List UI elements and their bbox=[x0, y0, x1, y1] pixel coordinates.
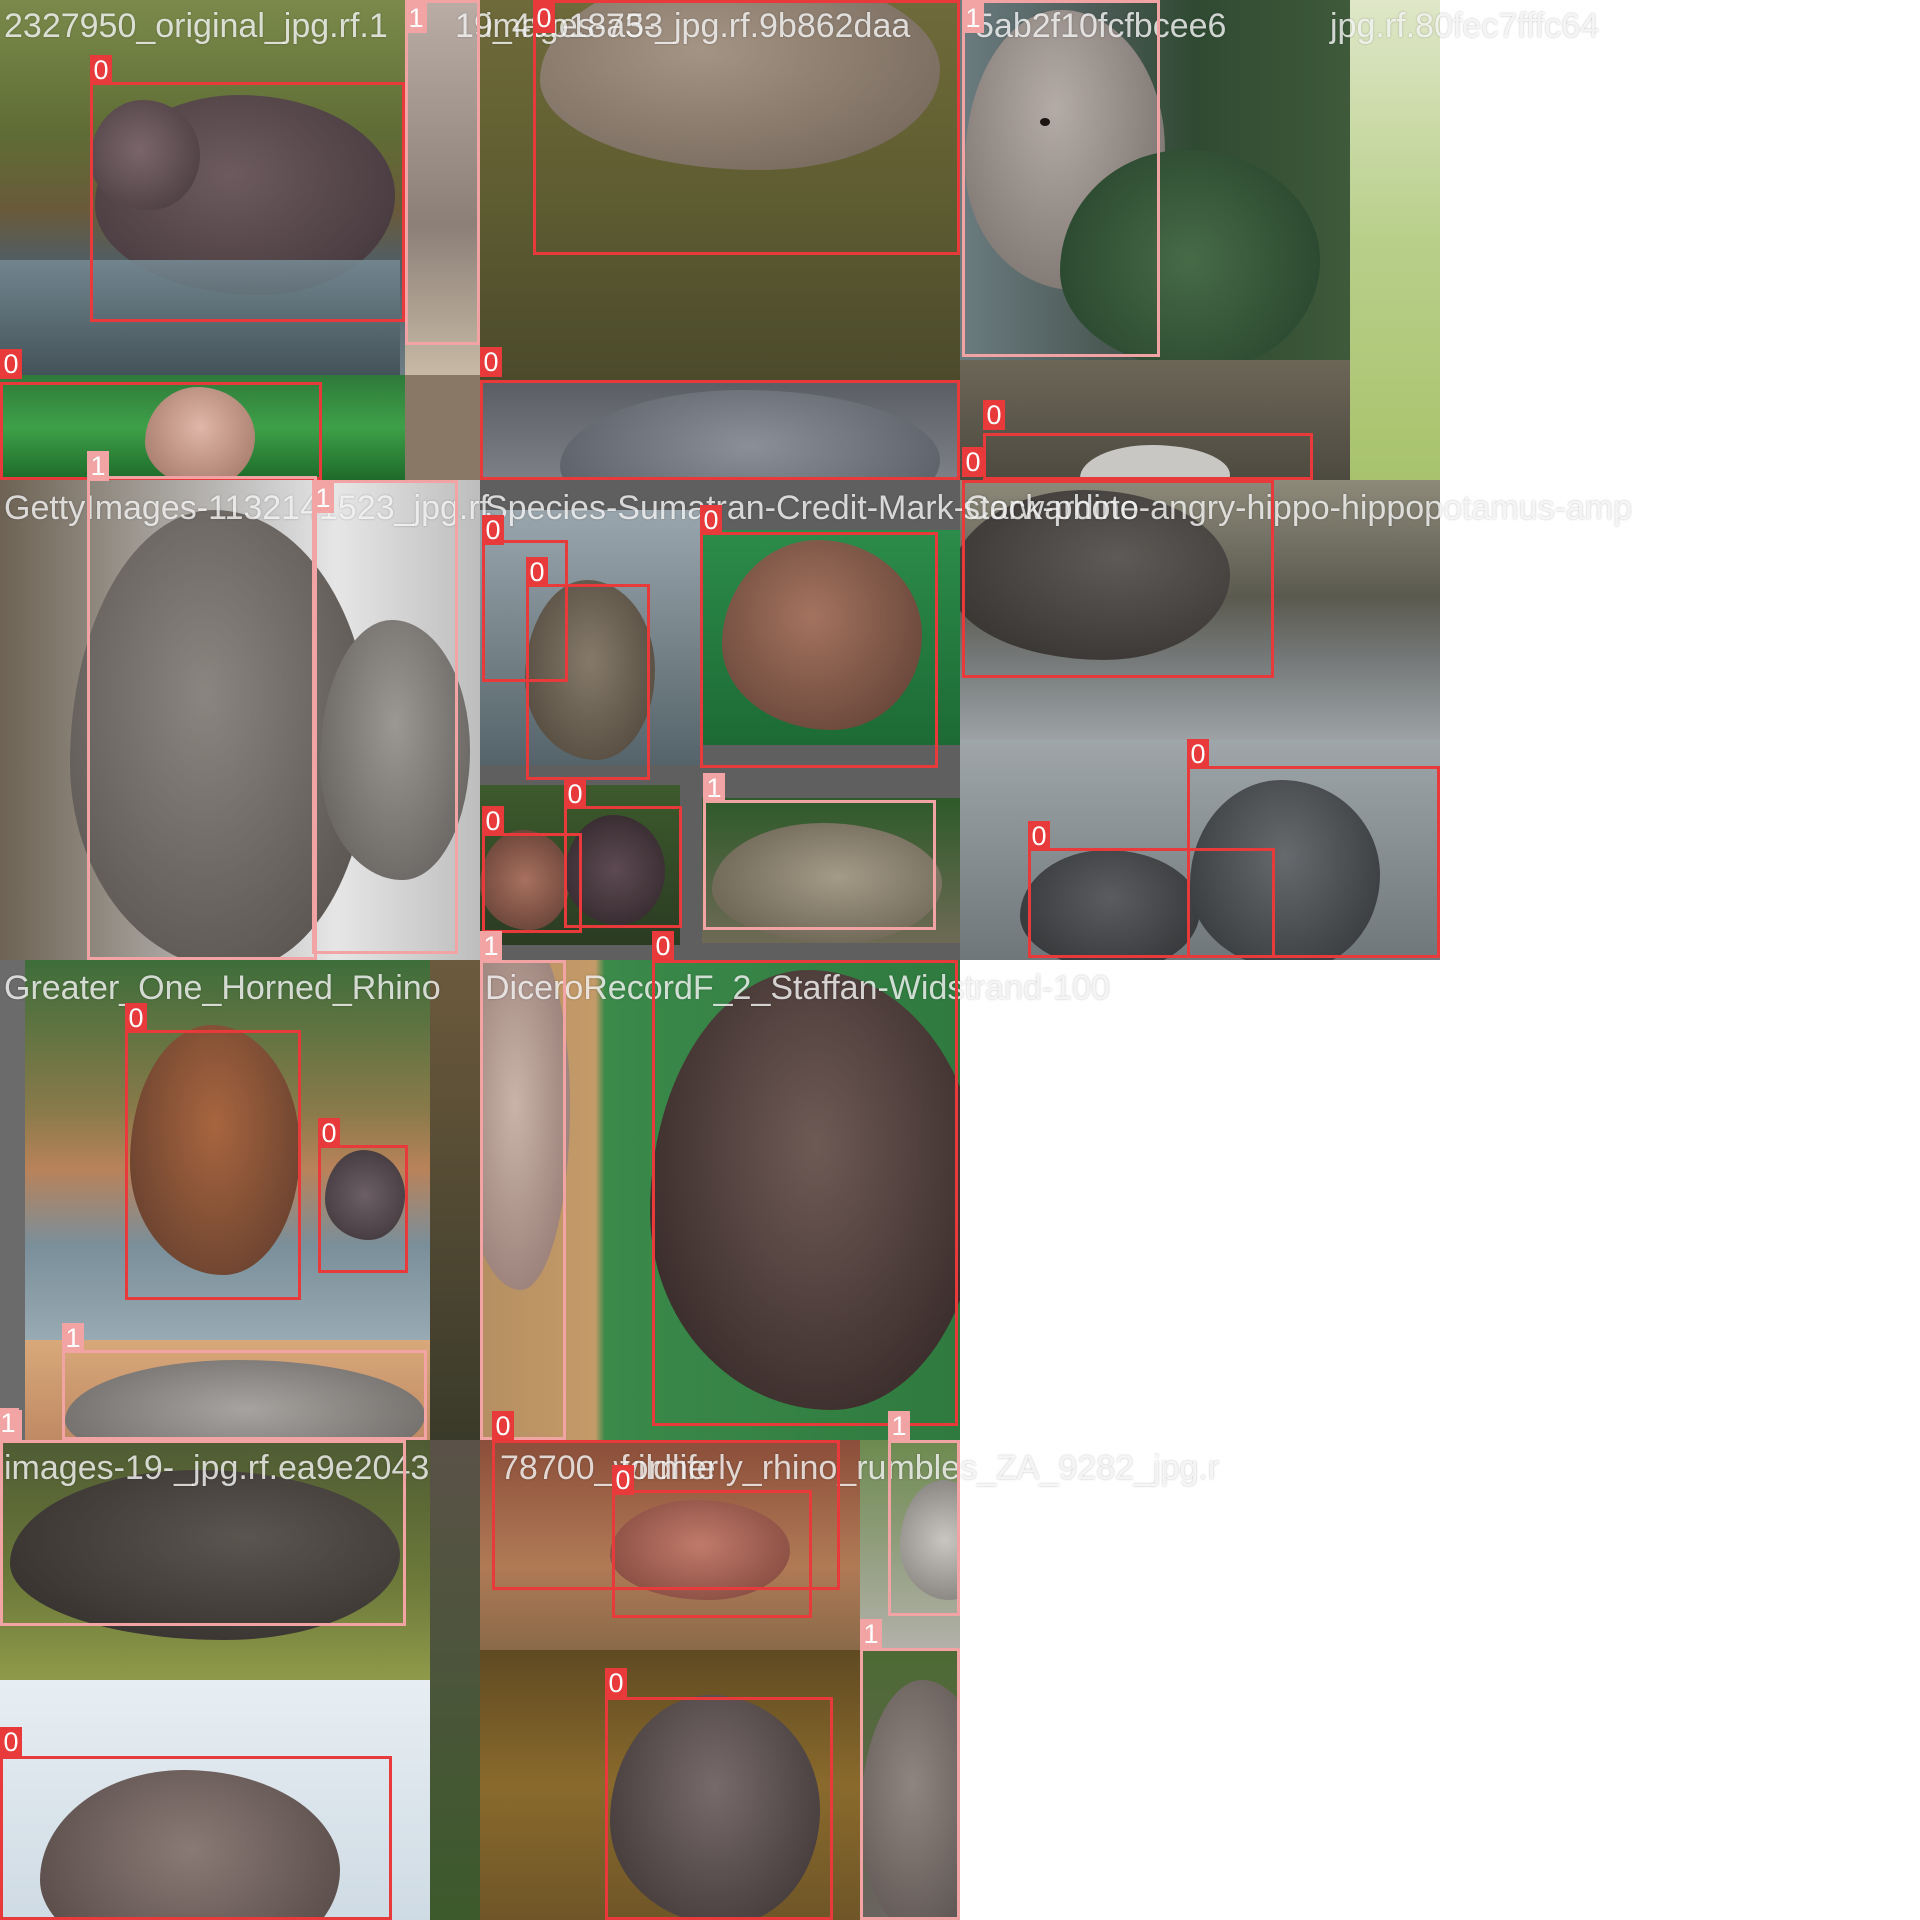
bbox-hippo: 0 bbox=[125, 1003, 301, 1300]
bbox-hippo: 0 bbox=[526, 557, 650, 780]
bbox-label: 0 bbox=[652, 931, 674, 961]
bbox-label: 0 bbox=[700, 505, 722, 535]
bbox-label: 1 bbox=[62, 1323, 84, 1353]
bbox-rhino: 0 bbox=[480, 347, 960, 480]
tile-bright-grass bbox=[1350, 0, 1440, 480]
bbox-label: 0 bbox=[125, 1003, 147, 1033]
detection-mosaic: 2327950_original_jpg.rf.1 images-73-_jpg… bbox=[0, 0, 1920, 1920]
tile-side-strip bbox=[430, 1440, 480, 1920]
water-edge bbox=[430, 960, 480, 1440]
bbox-label: 0 bbox=[983, 400, 1005, 430]
bbox-label: 1 bbox=[703, 773, 725, 803]
bbox-hippo: 0 bbox=[90, 55, 405, 322]
bbox-label: 0 bbox=[1187, 739, 1209, 769]
bbox-hippo: 0 bbox=[318, 1118, 408, 1273]
bbox-label: 1 bbox=[87, 451, 109, 481]
bbox-label: 0 bbox=[90, 55, 112, 85]
bbox-rhino: 1 bbox=[888, 1411, 960, 1616]
bbox-rhino: 1 bbox=[962, 0, 1160, 357]
bbox-label: 1 bbox=[480, 931, 502, 961]
bbox-rhino: 1 bbox=[405, 0, 480, 345]
bbox-label: 0 bbox=[612, 1465, 634, 1495]
bbox-rhino: 1 bbox=[312, 480, 458, 954]
bbox-rhino: 1 bbox=[87, 451, 317, 960]
bbox-rhino: 1 bbox=[480, 931, 566, 1440]
bbox-rhino: 0 bbox=[983, 400, 1313, 480]
bbox-label: 0 bbox=[962, 447, 984, 477]
bbox-hippo: 0 bbox=[1187, 739, 1440, 958]
bbox-label: 0 bbox=[1028, 821, 1050, 851]
bbox-hippo: 0 bbox=[612, 1465, 812, 1618]
bbox-label: 0 bbox=[533, 3, 555, 33]
bbox-label: 1 bbox=[312, 483, 334, 513]
bbox-hippo: 0 bbox=[564, 779, 682, 928]
bbox-label: 1 bbox=[405, 3, 427, 33]
bbox-rhino: 1 bbox=[62, 1323, 427, 1440]
bbox-label: 0 bbox=[482, 806, 504, 836]
bbox-label: 0 bbox=[526, 557, 548, 587]
bbox-label: 0 bbox=[605, 1668, 627, 1698]
tile-rock-edge bbox=[405, 375, 480, 480]
bbox-label: 1 bbox=[0, 1408, 19, 1438]
bbox-hippo: 0 bbox=[605, 1668, 833, 1920]
bbox-hippo: 0 bbox=[0, 349, 322, 480]
bbox-label: 0 bbox=[480, 347, 502, 377]
bbox-label: 1 bbox=[860, 1619, 882, 1649]
bbox-rhino bbox=[0, 1440, 406, 1626]
bbox-rhino: 0 bbox=[533, 0, 960, 255]
bbox-label: 0 bbox=[0, 1727, 22, 1757]
bbox-label: 0 bbox=[318, 1118, 340, 1148]
bbox-label: 1 bbox=[962, 3, 984, 33]
bbox-hippo: 0 bbox=[700, 505, 938, 768]
bbox-hippo: 0 bbox=[652, 931, 958, 1426]
bbox-rhino: 1 bbox=[703, 773, 936, 930]
bbox-rhino: 0 bbox=[962, 447, 1274, 678]
bbox-label: 0 bbox=[0, 349, 22, 379]
bbox-label: 0 bbox=[564, 779, 586, 809]
bbox-label: 0 bbox=[482, 515, 504, 545]
bbox-rhino: 1 bbox=[860, 1619, 960, 1920]
bbox-label: 1 bbox=[888, 1411, 910, 1441]
bbox-label: 0 bbox=[492, 1411, 514, 1441]
bbox-hippo: 0 bbox=[0, 1727, 392, 1920]
